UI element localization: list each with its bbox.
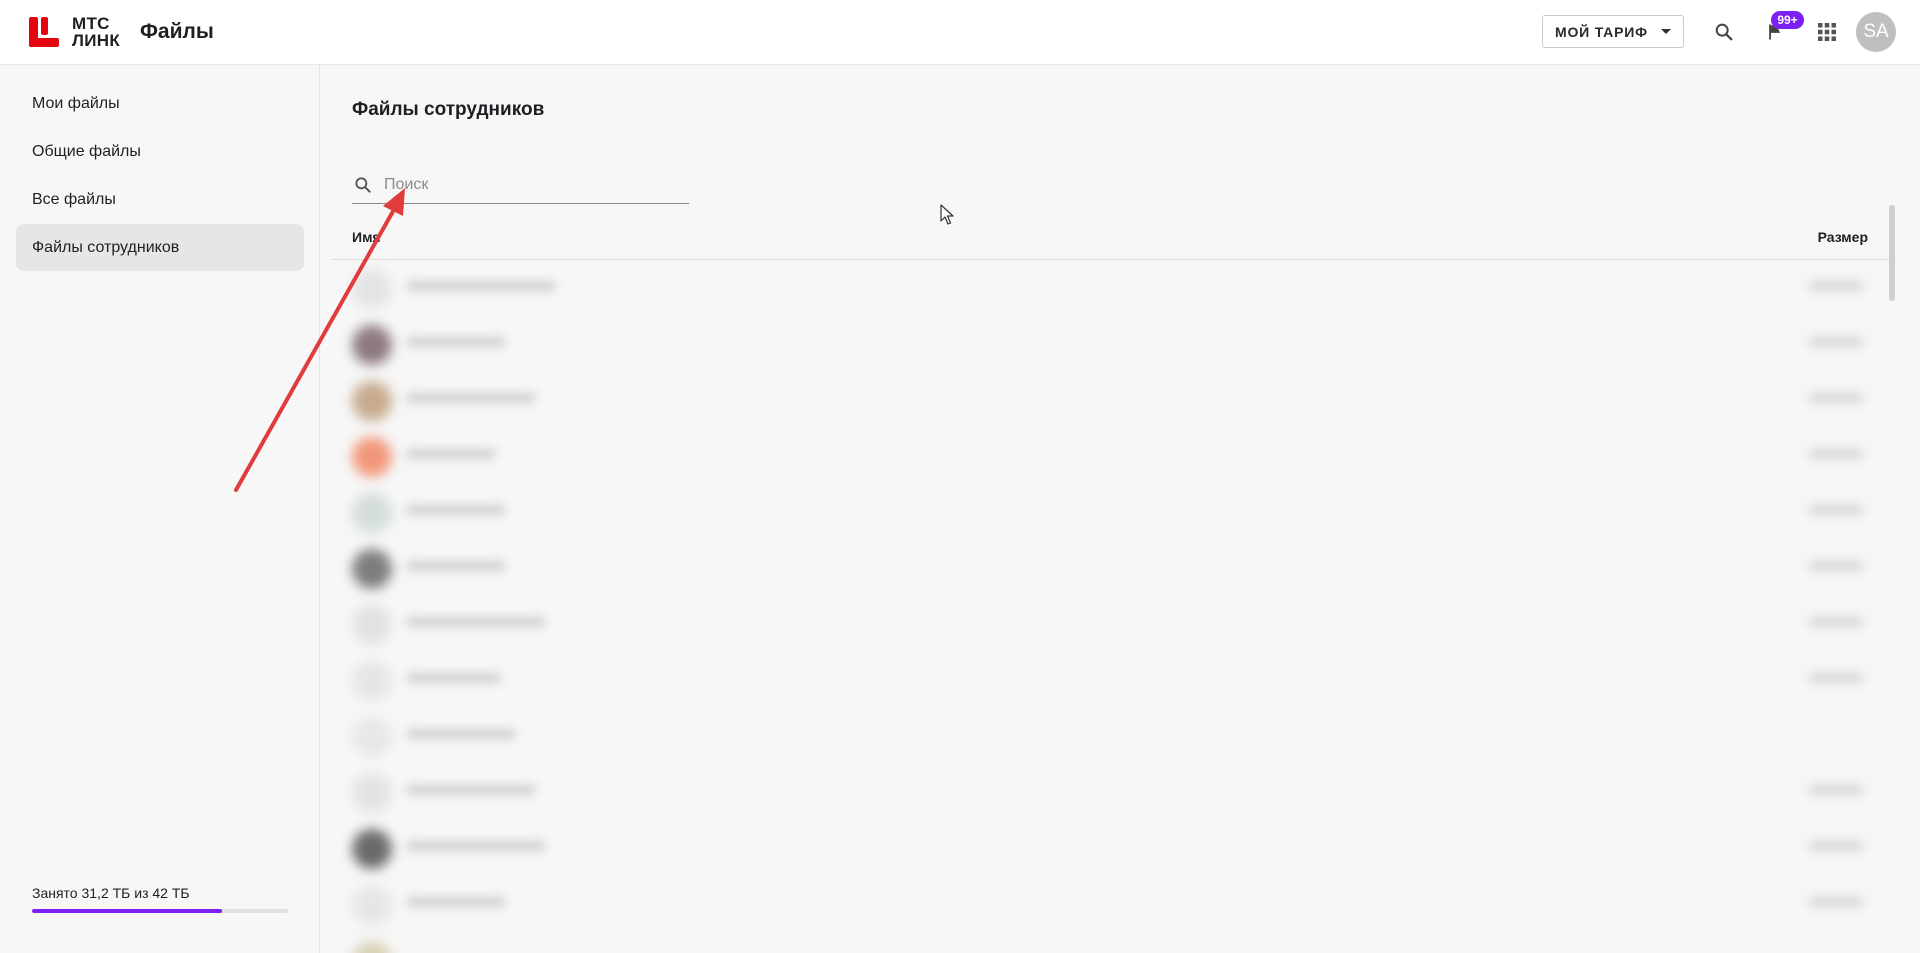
- tariff-label: МОЙ ТАРИФ: [1555, 23, 1648, 40]
- file-thumbnail: [352, 325, 392, 365]
- file-thumbnail: [352, 549, 392, 589]
- brand-line-1: МТС: [72, 14, 110, 33]
- file-thumbnail: [352, 493, 392, 533]
- file-thumbnail: [352, 717, 392, 757]
- sidebar-item-label: Общие файлы: [32, 142, 141, 160]
- app-title: Файлы: [140, 20, 214, 43]
- table-row[interactable]: [332, 373, 1892, 429]
- file-thumbnail: [352, 605, 392, 645]
- file-thumbnail: [352, 885, 392, 925]
- file-name: [406, 561, 506, 571]
- apps-menu-button[interactable]: [1811, 16, 1843, 48]
- my-tariff-button[interactable]: МОЙ ТАРИФ: [1542, 15, 1684, 48]
- table-row[interactable]: [332, 933, 1892, 953]
- sidebar-item-label: Мои файлы: [32, 94, 120, 112]
- file-name: [406, 617, 546, 627]
- apps-grid-icon: [1818, 23, 1836, 41]
- search-icon: [1715, 23, 1733, 41]
- table-row[interactable]: [332, 317, 1892, 373]
- top-header: МТС ЛИНК Файлы МОЙ ТАРИФ 99+ SA: [0, 0, 1920, 65]
- file-size: [1808, 505, 1864, 515]
- table-header: Имя Размер: [332, 204, 1892, 260]
- file-thumbnail: [352, 773, 392, 813]
- table-row[interactable]: [332, 877, 1892, 933]
- search-icon: [355, 177, 371, 193]
- file-thumbnail: [352, 941, 392, 953]
- mts-link-logo[interactable]: [29, 17, 59, 47]
- file-size: [1808, 617, 1864, 627]
- file-name: [406, 785, 536, 795]
- file-thumbnail: [352, 661, 392, 701]
- file-name: [406, 897, 506, 907]
- file-list: [332, 261, 1892, 953]
- file-size: [1808, 561, 1864, 571]
- sidebar-item-all-files[interactable]: Все файлы: [16, 176, 304, 223]
- sidebar-item-shared-files[interactable]: Общие файлы: [16, 128, 304, 175]
- table-row[interactable]: [332, 821, 1892, 877]
- file-name: [406, 729, 516, 739]
- storage-usage-text: Занято 31,2 ТБ из 42 ТБ: [32, 885, 190, 901]
- file-thumbnail: [352, 829, 392, 869]
- table-row[interactable]: [332, 653, 1892, 709]
- table-row[interactable]: [332, 597, 1892, 653]
- brand-line-2: ЛИНК: [72, 31, 120, 50]
- table-row[interactable]: [332, 765, 1892, 821]
- file-thumbnail: [352, 381, 392, 421]
- file-name: [406, 281, 556, 291]
- file-size: [1808, 897, 1864, 907]
- main-content: Файлы сотрудников Имя Размер: [321, 65, 1920, 953]
- file-name: [406, 505, 506, 515]
- column-header-size[interactable]: Размер: [1818, 229, 1868, 245]
- user-avatar[interactable]: SA: [1856, 12, 1896, 52]
- file-thumbnail: [352, 437, 392, 477]
- file-size: [1808, 785, 1864, 795]
- file-name: [406, 449, 496, 459]
- sidebar: Мои файлы Общие файлы Все файлы Файлы со…: [0, 65, 320, 953]
- sidebar-item-my-files[interactable]: Мои файлы: [16, 80, 304, 127]
- header-search-button[interactable]: [1708, 16, 1740, 48]
- sidebar-item-label: Все файлы: [32, 190, 116, 208]
- table-row[interactable]: [332, 541, 1892, 597]
- file-name: [406, 841, 546, 851]
- notification-badge: 99+: [1771, 11, 1804, 29]
- file-size: [1808, 673, 1864, 683]
- file-size: [1808, 841, 1864, 851]
- file-thumbnail: [352, 269, 392, 309]
- file-name: [406, 393, 536, 403]
- mouse-cursor-icon: [940, 204, 954, 225]
- page-title: Файлы сотрудников: [352, 99, 545, 120]
- brand-name: МТС ЛИНК: [72, 15, 120, 49]
- file-name: [406, 337, 506, 347]
- sidebar-item-label: Файлы сотрудников: [32, 238, 180, 256]
- list-scrollbar[interactable]: [1889, 205, 1895, 301]
- table-row[interactable]: [332, 429, 1892, 485]
- column-header-name[interactable]: Имя: [352, 229, 381, 245]
- file-size: [1808, 449, 1864, 459]
- search-field[interactable]: [352, 167, 689, 204]
- table-row[interactable]: [332, 261, 1892, 317]
- file-size: [1808, 337, 1864, 347]
- file-size: [1808, 393, 1864, 403]
- sidebar-item-employee-files[interactable]: Файлы сотрудников: [16, 224, 304, 271]
- file-size: [1808, 281, 1864, 291]
- file-name: [406, 673, 501, 683]
- table-row[interactable]: [332, 485, 1892, 541]
- storage-usage-bar: [32, 909, 288, 913]
- storage-usage-fill: [32, 909, 223, 913]
- caret-down-icon: [1661, 29, 1671, 34]
- search-input[interactable]: [384, 173, 684, 197]
- table-row[interactable]: [332, 709, 1892, 765]
